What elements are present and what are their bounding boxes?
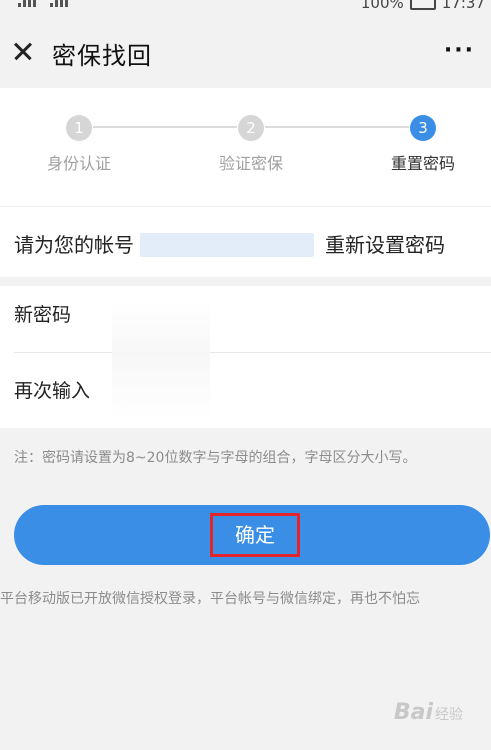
page-title: 密保找回 [52,42,152,70]
account-name-redacted [140,233,314,257]
status-bar: 100% 17:37 [0,0,491,14]
watermark-suffix: 经验 [435,707,463,723]
new-password-label: 新密码 [14,304,72,326]
watermark-text: Bai [393,700,433,725]
new-password-row: 新密码 [0,286,491,356]
step-connector-1 [93,126,237,128]
step-3-number: 3 [410,115,436,141]
step-2-number: 2 [238,115,264,141]
status-right: 100% 17:37 [361,0,485,12]
step-indicator: 1 2 3 身份认证 验证密保 重置密码 [0,88,491,206]
password-form: 新密码 再次输入 [0,286,491,428]
more-icon[interactable]: ··· [444,38,475,63]
step-2-label: 验证密保 [218,154,283,173]
confirm-password-row: 再次输入 [0,362,491,432]
signal-indicators [18,0,68,7]
battery-icon [409,0,436,10]
confirm-button[interactable]: 确定 [14,505,490,565]
confirm-button-label: 确定 [210,513,300,557]
password-rule-note: 注：密码请设置为8~20位数字与字母的组合，字母区分大小写。 [14,450,417,466]
step-3-label: 重置密码 [390,154,455,173]
step-1-label: 身份认证 [46,154,111,173]
row-divider [14,352,491,353]
account-prefix: 请为您的帐号 [14,233,134,257]
step-connector-2 [265,126,409,128]
account-row: 请为您的帐号 重新设置密码 [0,207,491,277]
clock: 17:37 [441,0,485,12]
battery-percent: 100% [360,0,404,12]
redacted-area [112,300,210,420]
signal-icon-2 [50,0,68,7]
account-suffix: 重新设置密码 [325,233,445,257]
confirm-password-label: 再次输入 [14,380,91,402]
step-1-number: 1 [66,115,92,141]
signal-icon [18,0,36,7]
close-icon[interactable] [8,36,38,66]
watermark-logo: Bai 经验 [394,700,463,725]
footer-tip: 平台移动版已开放微信授权登录，平台帐号与微信绑定，再也不怕忘 [0,591,420,607]
nav-bar: 密保找回 ··· [0,14,491,88]
